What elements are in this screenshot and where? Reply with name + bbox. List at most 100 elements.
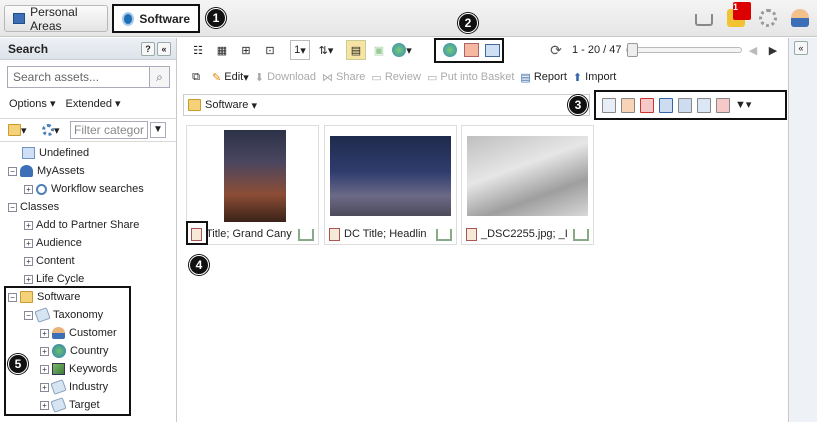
filter-dropdown-icon[interactable]: ▼▾ [735, 98, 757, 113]
tree-item-audience[interactable]: + Audience [0, 234, 176, 252]
collapse-left-icon[interactable]: « [157, 42, 171, 56]
document-icon[interactable] [678, 97, 692, 113]
tree-item-undefined[interactable]: Undefined [0, 144, 176, 162]
folder-icon [188, 99, 201, 111]
image-export-icon[interactable] [621, 97, 635, 113]
sort-dropdown[interactable]: ⇅▾ [316, 40, 336, 60]
options-dropdown[interactable]: Options ▾ [9, 97, 56, 110]
share-button[interactable]: ⋈ Share [322, 67, 365, 87]
slider-thumb[interactable] [627, 43, 638, 57]
globe-dropdown[interactable]: ▾ [392, 40, 412, 60]
add-to-cart-icon[interactable] [436, 229, 452, 241]
large-view-icon[interactable]: ⊡ [260, 40, 280, 60]
breadcrumb-folder: Software [205, 99, 249, 111]
edit-dropdown[interactable]: ✎ Edit ▾ [212, 67, 249, 87]
report-label: Report [533, 71, 567, 83]
search-header: Search ? « [0, 38, 176, 60]
page-slider[interactable] [626, 43, 742, 57]
pdf-icon[interactable] [640, 97, 654, 113]
asset-card[interactable]: _DSC2255.jpg; _I [461, 125, 594, 245]
tree-label: Life Cycle [36, 273, 85, 285]
details-view-icon[interactable]: ▦ [212, 40, 232, 60]
settings-menu-icon[interactable]: ▾ [42, 123, 64, 137]
collapse-icon[interactable]: − [8, 166, 17, 176]
funnel-icon[interactable]: ▼ [150, 122, 166, 138]
caption-text: _DSC2255.jpg; _I [481, 228, 568, 240]
help-icon[interactable]: ? [141, 42, 155, 56]
user-icon[interactable] [791, 9, 809, 27]
select-all-icon[interactable]: ⧉ [186, 67, 206, 87]
folder-menu-icon[interactable]: ▾ [8, 123, 30, 137]
prev-page-icon[interactable]: ◀ [743, 40, 763, 60]
presentation-icon[interactable] [716, 97, 730, 113]
expand-icon[interactable]: + [24, 220, 33, 230]
tree-item-classes[interactable]: − Classes [0, 198, 176, 216]
tree-item-myassets[interactable]: − MyAssets [0, 162, 176, 180]
next-page-icon[interactable]: ▶ [763, 40, 783, 60]
review-button[interactable]: ▭ Review [371, 67, 421, 87]
search-input[interactable]: Search assets... ⌕ [7, 66, 170, 88]
preview-toggle-icon[interactable]: ▤ [346, 40, 366, 60]
asset-thumbnail[interactable] [330, 136, 451, 216]
thumbnail-view-icon[interactable]: ⊞ [236, 40, 256, 60]
right-collapsed-panel: « [788, 38, 817, 422]
edit-label: Edit [224, 71, 244, 83]
image-file-icon[interactable] [329, 227, 340, 241]
extended-dropdown[interactable]: Extended ▾ [66, 97, 121, 110]
options-label: Options [9, 98, 47, 110]
tree-toolbar: ▾ ▾ Filter categor ▼ [0, 118, 176, 142]
import-button[interactable]: ⬆ Import [573, 67, 616, 87]
media-icon[interactable] [482, 40, 502, 60]
category-filter-input[interactable]: Filter categor [70, 121, 148, 139]
map-view-icon[interactable]: ▣ [369, 40, 389, 60]
tree-label: Content [36, 255, 75, 267]
word-icon[interactable] [659, 97, 673, 113]
callout-4: 4 [189, 255, 209, 275]
tree-item-content[interactable]: + Content [0, 252, 176, 270]
image-search-icon[interactable] [461, 40, 481, 60]
pagination-label: 1 - 20 / 47 [572, 44, 622, 56]
add-to-cart-icon[interactable] [573, 229, 589, 241]
page-size-value: 1 [294, 44, 301, 56]
page-size-dropdown[interactable]: 1 ▾ [290, 40, 310, 60]
collapse-icon[interactable]: − [8, 202, 17, 212]
expand-icon[interactable]: + [24, 184, 33, 194]
tab-software[interactable]: Software [112, 4, 200, 33]
add-to-cart-icon[interactable] [298, 229, 314, 241]
callout-4-outline [186, 221, 208, 245]
list-view-icon[interactable]: ☷ [188, 40, 208, 60]
import-label: Import [585, 71, 617, 83]
caption-text: DC Title; Headlin [344, 228, 427, 240]
cart-icon[interactable] [695, 14, 713, 26]
expand-panel-icon[interactable]: « [794, 41, 808, 55]
expand-icon[interactable]: + [24, 256, 33, 266]
refresh-icon[interactable]: ⟳ [546, 40, 566, 60]
tree-label: Workflow searches [51, 183, 144, 195]
select-format-icon[interactable] [602, 97, 616, 113]
asset-card[interactable]: DC Title; Headlin [324, 125, 457, 245]
globe-icon[interactable] [440, 40, 460, 60]
notifications-icon[interactable]: 1 [727, 2, 751, 27]
filter-placeholder: Filter categor [74, 123, 145, 137]
gear-icon[interactable] [759, 9, 777, 27]
callout-3: 3 [568, 95, 588, 115]
search-placeholder: Search assets... [13, 70, 100, 84]
extended-label: Extended [65, 98, 112, 110]
expand-icon[interactable]: + [24, 274, 33, 284]
expand-icon[interactable]: + [24, 238, 33, 248]
caption-text: Title; Grand Cany [206, 228, 292, 240]
tree-item-workflow-searches[interactable]: + Workflow searches [0, 180, 176, 198]
asset-thumbnail[interactable] [224, 130, 286, 222]
tree-item-add-to-partner-share[interactable]: + Add to Partner Share [0, 216, 176, 234]
text-icon[interactable] [697, 97, 711, 113]
download-button[interactable]: ⬇ Download [255, 67, 316, 87]
breadcrumb[interactable]: Software ▾ [183, 94, 590, 116]
tree-label: Audience [36, 237, 82, 249]
tab-personal-areas[interactable]: Personal Areas [4, 5, 108, 33]
put-into-basket-button[interactable]: ▭ Put into Basket [427, 67, 514, 87]
asset-thumbnail[interactable] [467, 136, 588, 216]
image-file-icon[interactable] [466, 227, 477, 241]
report-button[interactable]: ▤ Report [520, 67, 567, 87]
tree-label: Add to Partner Share [36, 219, 140, 231]
search-icon[interactable]: ⌕ [149, 67, 169, 87]
